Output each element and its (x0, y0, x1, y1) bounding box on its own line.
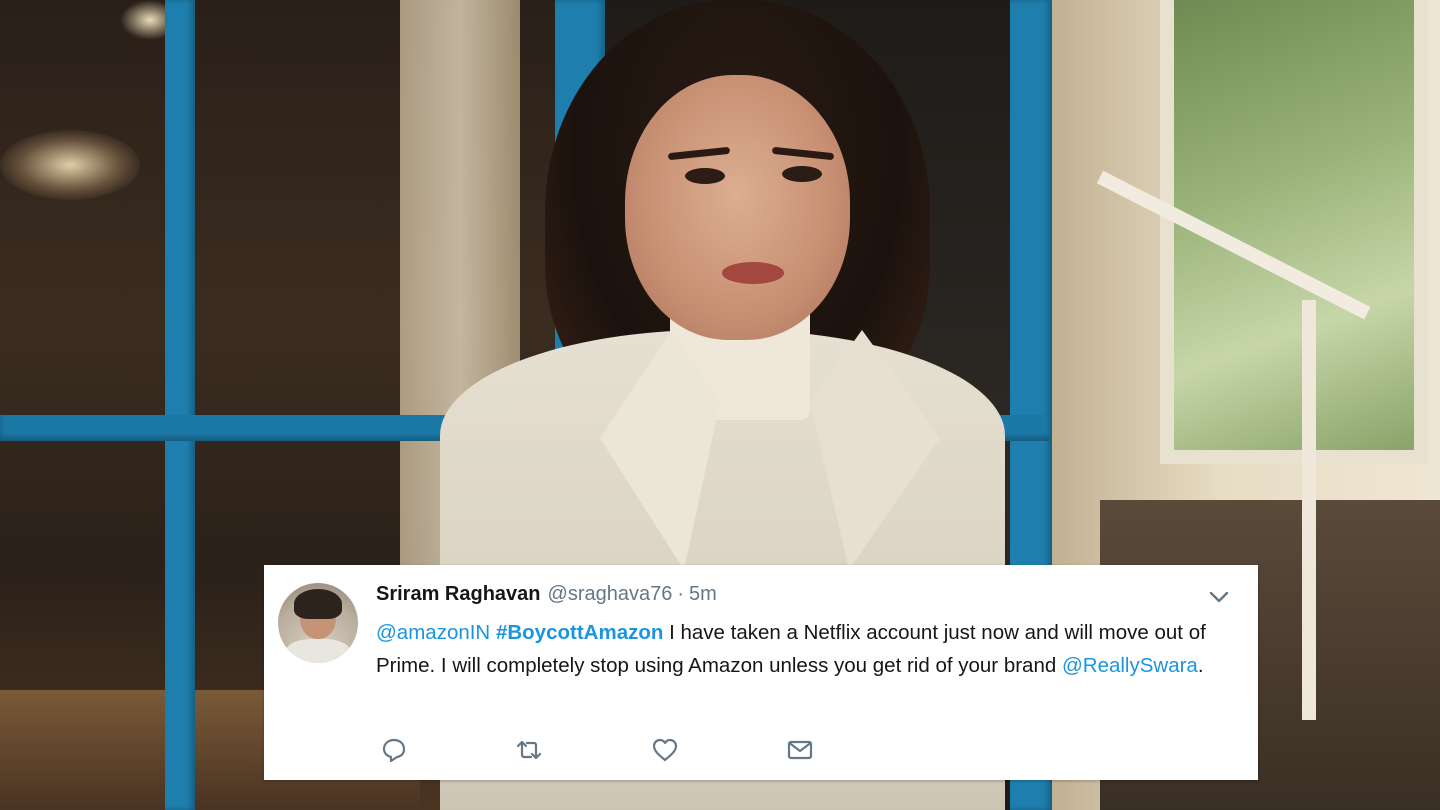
like-icon[interactable] (651, 736, 679, 764)
retweet-icon[interactable] (515, 736, 543, 764)
person-eye (685, 168, 725, 184)
author-handle[interactable]: @sraghava76 (548, 583, 673, 606)
mention-link[interactable]: @amazonIN (376, 621, 490, 644)
author-name[interactable]: Sriram Raghavan (376, 583, 541, 606)
hashtag-link[interactable]: #BoycottAmazon (496, 621, 663, 644)
tweet-timestamp[interactable]: 5m (689, 583, 717, 606)
avatar-hair (294, 589, 342, 619)
avatar[interactable] (278, 583, 358, 663)
tweet-header: Sriram Raghavan @sraghava76 · 5m (376, 583, 717, 607)
light-glow (0, 130, 140, 200)
avatar-shirt (286, 639, 350, 663)
chevron-down-icon[interactable] (1207, 588, 1231, 606)
person-lips (722, 262, 784, 284)
person-eye (782, 166, 822, 182)
reply-icon[interactable] (380, 736, 408, 764)
tweet-text: @amazonIN #BoycottAmazon I have taken a … (376, 616, 1246, 682)
stair-post (1302, 300, 1316, 720)
direct-message-icon[interactable] (786, 736, 814, 764)
window-frame (165, 0, 195, 810)
text-segment: . (1197, 654, 1204, 677)
person-face (625, 75, 850, 340)
separator: · (677, 583, 685, 605)
mention-link[interactable]: @ReallySwara (1062, 654, 1198, 677)
